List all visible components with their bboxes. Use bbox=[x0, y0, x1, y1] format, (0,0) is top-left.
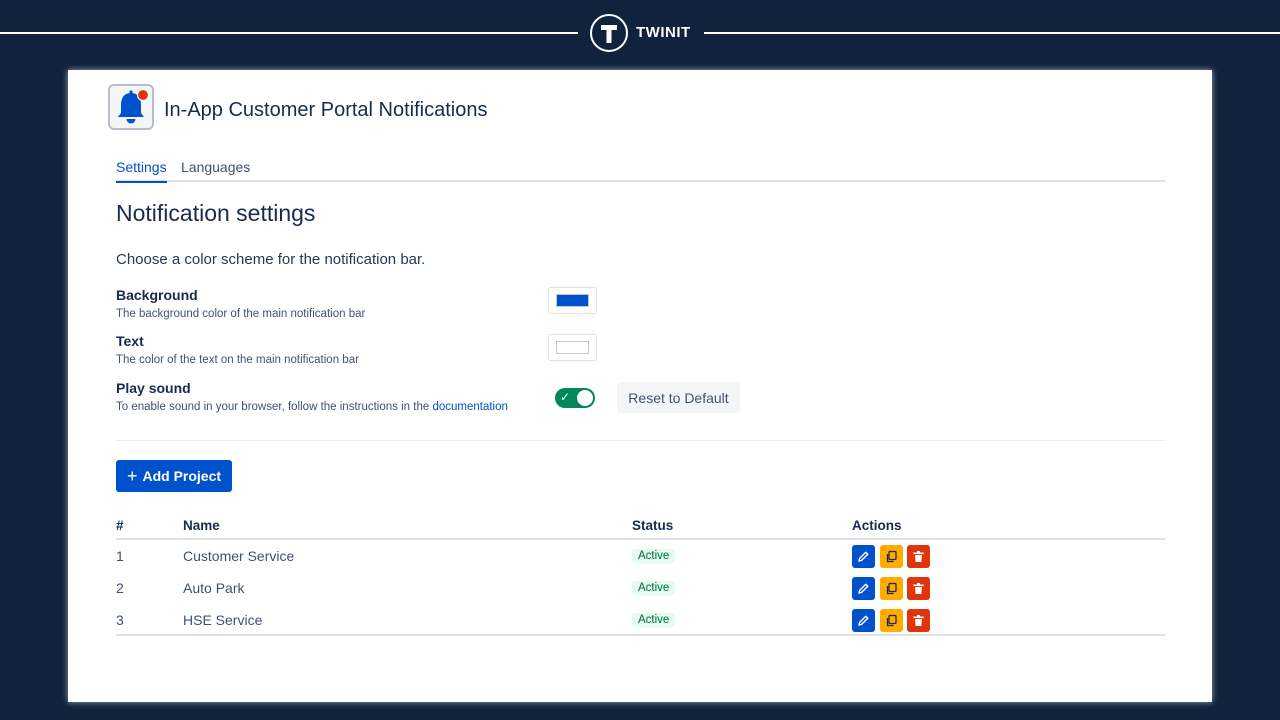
section-divider bbox=[116, 440, 1165, 441]
brand-divider-left bbox=[0, 32, 578, 34]
copy-button[interactable] bbox=[880, 609, 903, 632]
status-badge: Active bbox=[632, 613, 676, 627]
plus-icon: + bbox=[126, 466, 138, 486]
section-intro: Choose a color scheme for the notificati… bbox=[116, 251, 426, 268]
page-title: Notification settings bbox=[116, 200, 316, 226]
project-name: Auto Park bbox=[183, 580, 245, 596]
row-number: 3 bbox=[116, 612, 124, 628]
reset-to-default-button[interactable]: Reset to Default bbox=[617, 382, 740, 413]
documentation-link[interactable]: documentation bbox=[432, 401, 507, 413]
text-color-swatch bbox=[556, 341, 589, 354]
column-header-number: # bbox=[116, 518, 124, 533]
background-label: Background bbox=[116, 287, 198, 303]
project-name: HSE Service bbox=[183, 612, 263, 628]
tab-bar: Settings Languages bbox=[116, 158, 1165, 183]
add-project-button[interactable]: + Add Project bbox=[116, 460, 232, 492]
check-icon: ✓ bbox=[560, 390, 571, 404]
toggle-knob bbox=[577, 390, 593, 406]
copy-button[interactable] bbox=[880, 577, 903, 600]
column-header-status: Status bbox=[632, 518, 674, 533]
delete-button[interactable] bbox=[907, 545, 930, 568]
project-name: Customer Service bbox=[183, 548, 295, 564]
copy-button[interactable] bbox=[880, 545, 903, 568]
copy-icon bbox=[886, 550, 897, 563]
play-sound-toggle[interactable]: ✓ bbox=[555, 388, 595, 408]
status-badge: Active bbox=[632, 581, 676, 595]
table-bottom-border bbox=[116, 634, 1165, 636]
tab-languages[interactable]: Languages bbox=[181, 159, 250, 181]
play-sound-description: To enable sound in your browser, follow … bbox=[116, 401, 508, 413]
pencil-icon bbox=[858, 583, 869, 594]
column-header-name: Name bbox=[183, 518, 220, 533]
text-color-picker[interactable] bbox=[548, 334, 597, 361]
settings-card: In-App Customer Portal Notifications Set… bbox=[68, 70, 1212, 702]
pencil-icon bbox=[858, 551, 869, 562]
pencil-icon bbox=[858, 615, 869, 626]
add-project-label: Add Project bbox=[142, 468, 222, 484]
edit-button[interactable] bbox=[852, 577, 875, 600]
delete-button[interactable] bbox=[907, 577, 930, 600]
bell-notification-icon bbox=[108, 84, 154, 130]
text-color-label: Text bbox=[116, 333, 144, 349]
table-row: 2 Auto Park Active bbox=[116, 572, 1165, 604]
edit-button[interactable] bbox=[852, 609, 875, 632]
column-header-actions: Actions bbox=[852, 518, 902, 533]
background-color-picker[interactable] bbox=[548, 287, 597, 314]
trash-icon bbox=[913, 615, 924, 626]
copy-icon bbox=[886, 614, 897, 627]
table-row: 3 HSE Service Active bbox=[116, 604, 1165, 636]
row-number: 2 bbox=[116, 580, 124, 596]
twinit-logo-icon bbox=[590, 14, 628, 52]
table-row: 1 Customer Service Active bbox=[116, 540, 1165, 572]
text-color-description: The color of the text on the main notifi… bbox=[116, 354, 359, 366]
background-description: The background color of the main notific… bbox=[116, 308, 366, 320]
trash-icon bbox=[913, 551, 924, 562]
play-sound-label: Play sound bbox=[116, 380, 191, 396]
trash-icon bbox=[913, 583, 924, 594]
app-title: In-App Customer Portal Notifications bbox=[164, 99, 488, 121]
delete-button[interactable] bbox=[907, 609, 930, 632]
background-color-swatch bbox=[556, 294, 589, 307]
status-badge: Active bbox=[632, 549, 676, 563]
brand-divider-right bbox=[704, 32, 1280, 34]
edit-button[interactable] bbox=[852, 545, 875, 568]
play-sound-description-text: To enable sound in your browser, follow … bbox=[116, 401, 430, 413]
row-number: 1 bbox=[116, 548, 124, 564]
tab-settings[interactable]: Settings bbox=[116, 159, 167, 183]
brand-name: TWINIT bbox=[636, 24, 691, 41]
copy-icon bbox=[886, 582, 897, 595]
